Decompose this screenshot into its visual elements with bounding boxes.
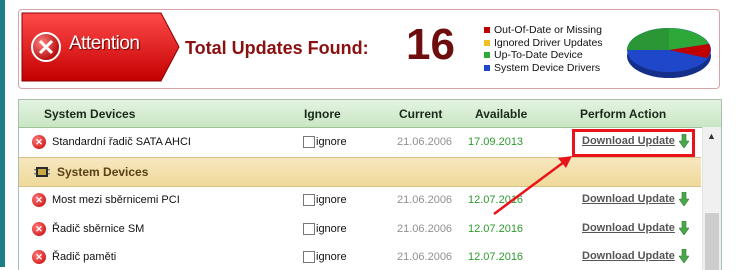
annotation-arrow-icon (493, 156, 572, 216)
